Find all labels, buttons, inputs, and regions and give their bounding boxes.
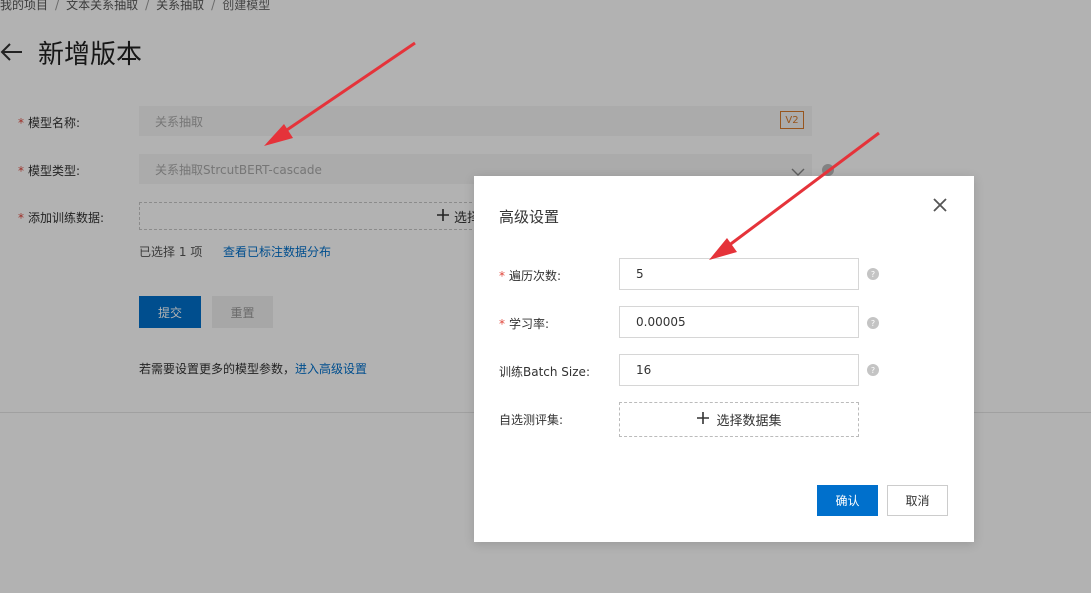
batch-size-label: 训练Batch Size: <box>499 365 590 379</box>
close-icon[interactable] <box>932 197 948 213</box>
select-dataset-label: 选择数据集 <box>716 414 782 429</box>
confirm-button[interactable]: 确认 <box>817 485 878 516</box>
learning-rate-label: * 学习率: <box>499 317 550 331</box>
epochs-label: * 遍历次数: <box>499 269 562 283</box>
select-dataset-button[interactable]: 选择数据集 <box>619 402 859 437</box>
epochs-input[interactable]: 5 <box>619 258 859 290</box>
plus-icon <box>696 411 710 429</box>
help-icon[interactable]: ? <box>867 268 879 280</box>
eval-set-label: 自选测评集: <box>499 413 564 427</box>
advanced-settings-modal: 高级设置 * 遍历次数: 5 ? * 学习率: 0.00005 ? 训练Batch … <box>474 176 974 542</box>
help-icon[interactable]: ? <box>867 364 879 376</box>
learning-rate-input[interactable]: 0.00005 <box>619 306 859 338</box>
cancel-button[interactable]: 取消 <box>887 485 948 516</box>
batch-size-input[interactable]: 16 <box>619 354 859 386</box>
help-icon[interactable]: ? <box>867 317 879 329</box>
modal-title: 高级设置 <box>499 208 560 226</box>
